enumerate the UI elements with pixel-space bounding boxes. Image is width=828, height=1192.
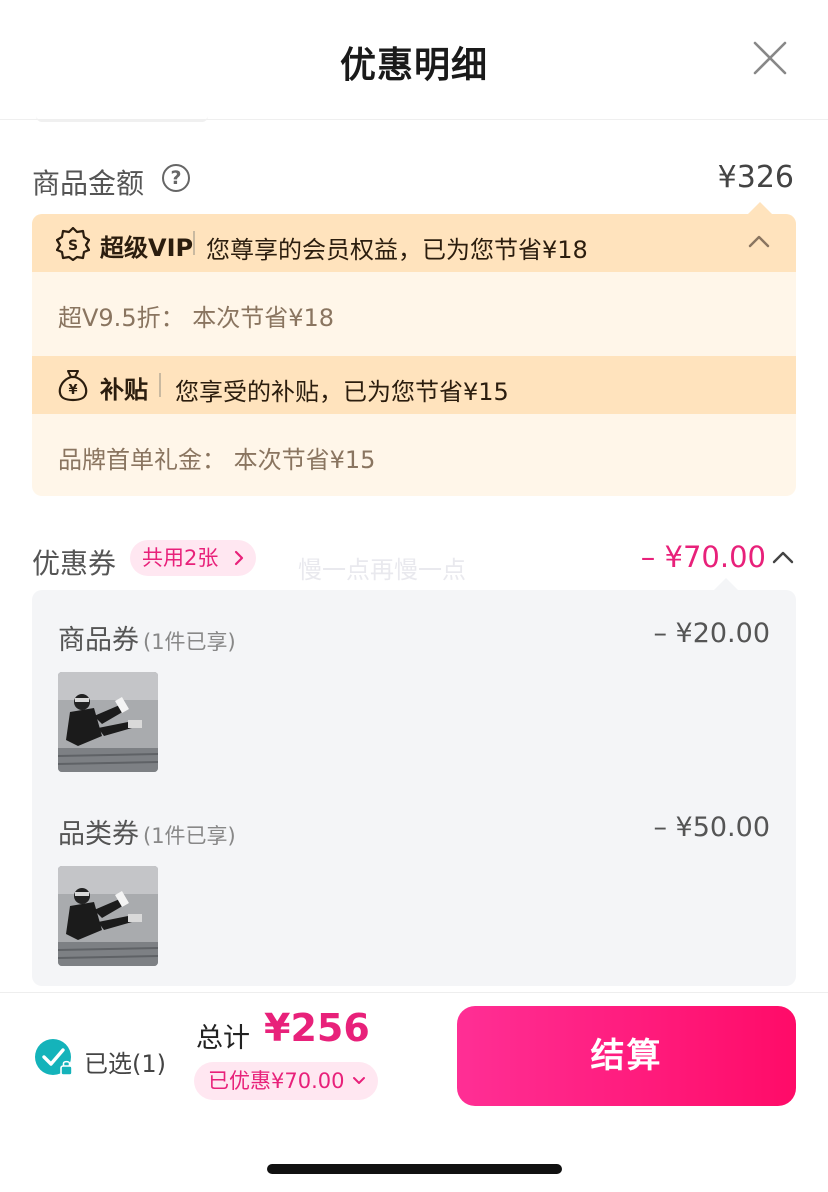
product-thumbnail [58, 672, 158, 772]
product-thumbnail [58, 866, 158, 966]
subsidy-band: ¥ 补贴 您享受的补贴，已为您节省¥15 [32, 356, 796, 414]
vip-divider [193, 231, 195, 255]
goods-amount-value: ¥326 [717, 160, 794, 195]
chevron-down-icon [353, 1077, 366, 1084]
help-icon[interactable]: ? [162, 164, 190, 192]
footer-divider [0, 992, 828, 993]
coupon-item-sub: (1件已享) [143, 630, 236, 654]
goods-amount-row: 商品金额 ? ¥326 [32, 158, 796, 202]
vip-badge-icon: S [56, 227, 90, 261]
discount-label: 已优惠¥70.00 [208, 1069, 345, 1093]
subsidy-divider [159, 373, 161, 397]
coupon-shared-pill[interactable]: 共用2张 [130, 540, 257, 576]
coupon-shared-label: 共用2张 [142, 546, 219, 570]
coupon-pointer [714, 578, 738, 590]
checkout-button[interactable]: 结算 [457, 1006, 796, 1106]
coupon-item-amount: – ¥20.00 [653, 618, 770, 649]
discount-detail-sheet: 优惠明细 商品金额 ? ¥326 S 超级VIP 您尊享的会员权益，已为您节省¥… [0, 0, 828, 1192]
selected-count: 已选(1) [84, 1050, 166, 1078]
subsidy-text: 您享受的补贴，已为您节省¥15 [175, 378, 509, 406]
vip-detail: 超V9.5折： 本次节省¥18 [58, 304, 335, 332]
benefit-pointer [748, 202, 772, 214]
vip-band[interactable]: S 超级VIP 您尊享的会员权益，已为您节省¥18 [32, 214, 796, 272]
page-title: 优惠明细 [339, 45, 488, 86]
svg-text:¥: ¥ [68, 383, 77, 398]
coupon-total: – ¥70.00 [640, 540, 766, 574]
goods-amount-label: 商品金额 [32, 167, 145, 200]
coupon-panel: 商品券 (1件已享) – ¥20.00 品类券 (1件已享) – ¥50.00 [32, 578, 796, 986]
coupon-label: 优惠券 [32, 547, 117, 580]
home-indicator [267, 1164, 562, 1174]
discount-pill[interactable]: 已优惠¥70.00 [194, 1062, 379, 1100]
subsidy-tag: 补贴 [100, 376, 148, 404]
coupon-item-sub: (1件已享) [143, 824, 236, 848]
coupon-item-name: 商品券 [58, 625, 139, 656]
vip-tag: 超级VIP [100, 234, 194, 262]
svg-text:S: S [68, 238, 78, 254]
coupon-item-title: 品类券 (1件已享) [58, 812, 236, 851]
coupon-item-amount: – ¥50.00 [653, 812, 770, 843]
money-bag-icon: ¥ [58, 370, 88, 402]
chevron-up-icon[interactable] [772, 550, 794, 564]
subsidy-detail: 品牌首单礼金： 本次节省¥15 [58, 446, 376, 474]
vip-text: 您尊享的会员权益，已为您节省¥18 [206, 236, 588, 264]
scroll-edge [36, 112, 208, 122]
chevron-right-icon [235, 550, 244, 566]
check-lock-icon[interactable] [34, 1038, 74, 1078]
watermark-text: 慢一点再慢一点 [298, 556, 466, 584]
chevron-up-icon[interactable] [748, 234, 770, 248]
coupon-row: 优惠券 共用2张 慢一点再慢一点 – ¥70.00 [32, 538, 796, 584]
total-value: ¥256 [264, 1006, 370, 1050]
total-label: 总计 [196, 1023, 250, 1054]
sheet-header: 优惠明细 [0, 0, 828, 122]
close-icon[interactable] [752, 40, 788, 76]
benefit-panel: S 超级VIP 您尊享的会员权益，已为您节省¥18 超V9.5折： 本次节省¥1… [32, 202, 796, 496]
coupon-item-title: 商品券 (1件已享) [58, 618, 236, 657]
coupon-item-name: 品类券 [58, 819, 139, 850]
